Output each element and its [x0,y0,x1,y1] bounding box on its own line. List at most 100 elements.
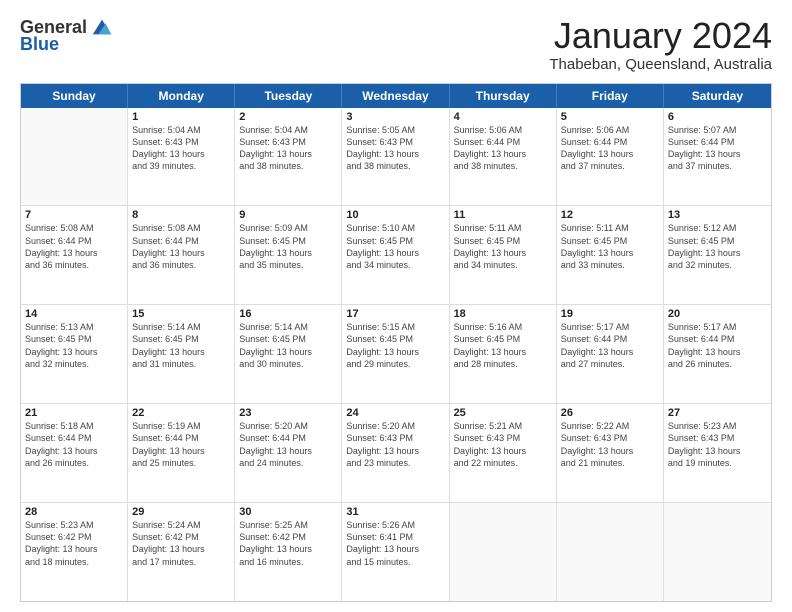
day-number: 25 [454,407,552,419]
cell-line: Daylight: 13 hours [454,148,552,160]
cell-line: Sunset: 6:45 PM [454,235,552,247]
cell-line: Sunrise: 5:25 AM [239,519,337,531]
cell-line: and 31 minutes. [132,358,230,370]
calendar-row: 14Sunrise: 5:13 AMSunset: 6:45 PMDayligh… [21,305,771,404]
day-number: 21 [25,407,123,419]
cell-line: Sunrise: 5:04 AM [239,124,337,136]
cell-line: Daylight: 13 hours [25,543,123,555]
cell-line: and 36 minutes. [25,259,123,271]
weekday-header: Saturday [664,84,771,108]
day-number: 7 [25,209,123,221]
calendar-cell: 14Sunrise: 5:13 AMSunset: 6:45 PMDayligh… [21,305,128,403]
cell-line: Sunset: 6:42 PM [239,531,337,543]
calendar-cell: 11Sunrise: 5:11 AMSunset: 6:45 PMDayligh… [450,206,557,304]
cell-line: Sunset: 6:43 PM [346,432,444,444]
calendar-body: 1Sunrise: 5:04 AMSunset: 6:43 PMDaylight… [21,108,771,601]
day-number: 6 [668,111,767,123]
weekday-header: Friday [557,84,664,108]
calendar-cell: 31Sunrise: 5:26 AMSunset: 6:41 PMDayligh… [342,503,449,601]
cell-line: and 38 minutes. [454,160,552,172]
cell-line: Sunrise: 5:19 AM [132,420,230,432]
cell-line: Daylight: 13 hours [561,346,659,358]
day-number: 23 [239,407,337,419]
cell-line: Daylight: 13 hours [239,346,337,358]
day-number: 31 [346,506,444,518]
cell-line: Sunrise: 5:20 AM [346,420,444,432]
day-number: 8 [132,209,230,221]
cell-line: Sunset: 6:45 PM [346,333,444,345]
cell-line: Daylight: 13 hours [346,148,444,160]
cell-line: Sunrise: 5:15 AM [346,321,444,333]
cell-line: Daylight: 13 hours [132,445,230,457]
calendar-header: SundayMondayTuesdayWednesdayThursdayFrid… [21,84,771,108]
cell-line: Sunrise: 5:22 AM [561,420,659,432]
page: General Blue January 2024 Thabeban, Quee… [0,0,792,612]
cell-line: and 36 minutes. [132,259,230,271]
day-number: 29 [132,506,230,518]
logo: General Blue [20,16,113,55]
cell-line: Sunrise: 5:14 AM [132,321,230,333]
cell-line: and 34 minutes. [454,259,552,271]
cell-line: Sunrise: 5:06 AM [561,124,659,136]
cell-line: Daylight: 13 hours [239,543,337,555]
calendar-cell: 1Sunrise: 5:04 AMSunset: 6:43 PMDaylight… [128,108,235,206]
weekday-header: Wednesday [342,84,449,108]
title-block: January 2024 Thabeban, Queensland, Austr… [549,16,772,73]
cell-line: Sunrise: 5:14 AM [239,321,337,333]
day-number: 26 [561,407,659,419]
calendar-cell: 27Sunrise: 5:23 AMSunset: 6:43 PMDayligh… [664,404,771,502]
cell-line: and 39 minutes. [132,160,230,172]
calendar: SundayMondayTuesdayWednesdayThursdayFrid… [20,83,772,602]
calendar-cell: 26Sunrise: 5:22 AMSunset: 6:43 PMDayligh… [557,404,664,502]
day-number: 16 [239,308,337,320]
day-number: 13 [668,209,767,221]
day-number: 15 [132,308,230,320]
cell-line: Sunset: 6:45 PM [132,333,230,345]
cell-line: Sunrise: 5:23 AM [25,519,123,531]
cell-line: Sunrise: 5:16 AM [454,321,552,333]
calendar-cell: 18Sunrise: 5:16 AMSunset: 6:45 PMDayligh… [450,305,557,403]
cell-line: Sunset: 6:44 PM [561,333,659,345]
calendar-row: 1Sunrise: 5:04 AMSunset: 6:43 PMDaylight… [21,108,771,207]
cell-line: and 26 minutes. [25,457,123,469]
cell-line: Sunset: 6:42 PM [132,531,230,543]
calendar-cell: 8Sunrise: 5:08 AMSunset: 6:44 PMDaylight… [128,206,235,304]
calendar-cell: 17Sunrise: 5:15 AMSunset: 6:45 PMDayligh… [342,305,449,403]
cell-line: Sunrise: 5:17 AM [561,321,659,333]
day-number: 24 [346,407,444,419]
cell-line: and 37 minutes. [561,160,659,172]
cell-line: Sunset: 6:43 PM [561,432,659,444]
cell-line: Sunset: 6:44 PM [454,136,552,148]
calendar-row: 7Sunrise: 5:08 AMSunset: 6:44 PMDaylight… [21,206,771,305]
cell-line: and 17 minutes. [132,556,230,568]
cell-line: and 19 minutes. [668,457,767,469]
cell-line: Sunrise: 5:23 AM [668,420,767,432]
calendar-cell: 7Sunrise: 5:08 AMSunset: 6:44 PMDaylight… [21,206,128,304]
cell-line: Daylight: 13 hours [346,346,444,358]
weekday-header: Tuesday [235,84,342,108]
cell-line: Sunrise: 5:12 AM [668,222,767,234]
weekday-header: Monday [128,84,235,108]
cell-line: Sunset: 6:44 PM [668,136,767,148]
day-number: 18 [454,308,552,320]
cell-line: Sunset: 6:44 PM [668,333,767,345]
cell-line: and 37 minutes. [668,160,767,172]
calendar-cell: 23Sunrise: 5:20 AMSunset: 6:44 PMDayligh… [235,404,342,502]
calendar-cell: 3Sunrise: 5:05 AMSunset: 6:43 PMDaylight… [342,108,449,206]
calendar-cell: 15Sunrise: 5:14 AMSunset: 6:45 PMDayligh… [128,305,235,403]
day-number: 9 [239,209,337,221]
cell-line: Daylight: 13 hours [668,445,767,457]
cell-line: Sunrise: 5:20 AM [239,420,337,432]
calendar-cell: 13Sunrise: 5:12 AMSunset: 6:45 PMDayligh… [664,206,771,304]
calendar-cell: 24Sunrise: 5:20 AMSunset: 6:43 PMDayligh… [342,404,449,502]
cell-line: and 24 minutes. [239,457,337,469]
calendar-cell: 30Sunrise: 5:25 AMSunset: 6:42 PMDayligh… [235,503,342,601]
day-number: 4 [454,111,552,123]
calendar-cell [21,108,128,206]
logo-blue: Blue [20,34,59,55]
cell-line: Sunset: 6:45 PM [25,333,123,345]
calendar-cell: 29Sunrise: 5:24 AMSunset: 6:42 PMDayligh… [128,503,235,601]
cell-line: Daylight: 13 hours [346,247,444,259]
cell-line: Sunset: 6:44 PM [25,235,123,247]
cell-line: Daylight: 13 hours [454,346,552,358]
